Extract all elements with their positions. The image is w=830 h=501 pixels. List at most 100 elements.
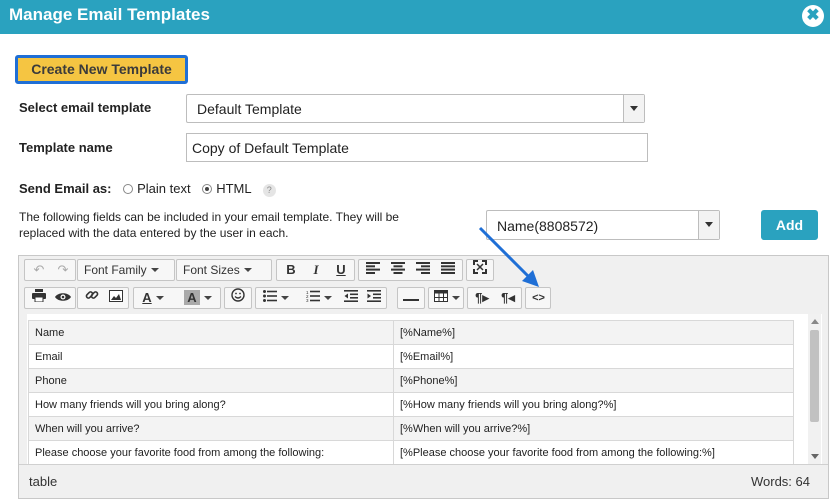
create-new-template-button[interactable]: Create New Template (15, 55, 188, 84)
chevron-down-icon[interactable] (623, 95, 644, 122)
radio-plain-text[interactable] (123, 184, 134, 194)
bullet-list-button[interactable] (258, 288, 294, 308)
caret-down-icon (203, 296, 212, 300)
field-name-cell[interactable]: Name (28, 320, 394, 345)
indent-icon[interactable] (363, 288, 385, 308)
template-select[interactable]: Default Template (186, 94, 645, 123)
field-name-cell[interactable]: When will you arrive? (28, 416, 394, 441)
editor-content[interactable]: Name [%Name%] Email [%Email%] Phone [%Phone%]… (27, 314, 822, 464)
link-icon[interactable] (80, 288, 104, 308)
help-icon[interactable]: ? (262, 184, 276, 197)
bold-button[interactable]: B (279, 260, 303, 280)
fullscreen-icon[interactable] (468, 260, 492, 280)
field-token-cell[interactable]: [%How many friends will you bring along?… (393, 392, 794, 417)
align-left-icon[interactable] (361, 260, 385, 280)
add-button[interactable]: Add (761, 210, 818, 240)
field-name-cell[interactable]: How many friends will you bring along? (28, 392, 394, 417)
scroll-thumb[interactable] (810, 330, 819, 422)
color-group: A A (133, 287, 221, 309)
caret-down-icon (155, 296, 164, 300)
undo-icon[interactable]: ↶ (27, 260, 51, 280)
table-row: Name [%Name%] (28, 320, 794, 345)
list-indent-group: 123 (255, 287, 387, 309)
html-label: HTML (216, 181, 252, 196)
select-template-label: Select email template (19, 100, 152, 115)
field-select[interactable]: Name(8808572) (486, 210, 720, 240)
align-right-icon[interactable] (411, 260, 435, 280)
caret-down-icon (281, 296, 289, 300)
text-color-icon: A (142, 290, 152, 305)
svg-text:3: 3 (306, 298, 309, 302)
field-name-cell[interactable]: Email (28, 344, 394, 369)
field-token-cell[interactable]: [%Name%] (393, 320, 794, 345)
table-row: How many friends will you bring along? [%… (28, 392, 794, 417)
send-as-row: Send Email as: Plain text HTML ? (19, 181, 276, 197)
caret-down-icon (150, 268, 159, 272)
print-icon[interactable] (27, 288, 51, 308)
align-justify-icon[interactable] (436, 260, 460, 280)
ltr-icon[interactable]: ¶▸ (469, 288, 495, 308)
direction-group: ¶▸ ¶◂ (467, 287, 522, 309)
field-token-cell[interactable]: [%When will you arrive?%] (393, 416, 794, 441)
scroll-down-icon[interactable] (811, 454, 819, 459)
bg-color-button[interactable]: A (178, 288, 218, 308)
close-button[interactable]: ✖ (802, 5, 824, 27)
editor-statusbar: table Words: 64 (19, 464, 828, 498)
insert-media-group (77, 287, 129, 309)
html-option[interactable]: HTML (202, 181, 251, 196)
bg-color-icon: A (184, 290, 200, 305)
field-token-cell[interactable]: [%Email%] (393, 344, 794, 369)
fields-info-text: The following fields can be included in … (19, 210, 399, 240)
template-name-input[interactable]: Copy of Default Template (186, 133, 648, 162)
table-group (428, 287, 464, 309)
rich-text-editor: ↶ ↷ Font Family Font Sizes B I U A A 1 2… (18, 255, 829, 499)
field-name-cell[interactable]: Phone (28, 368, 394, 393)
editor-scrollbar[interactable] (808, 314, 821, 464)
word-count: Words: 64 (750, 474, 810, 489)
font-family-label: Font Family (78, 260, 159, 280)
font-sizes-dropdown[interactable]: Font Sizes (176, 259, 272, 281)
field-token-cell[interactable]: [%Phone%] (393, 368, 794, 393)
preview-eye-icon[interactable] (51, 288, 75, 308)
title-bar: Manage Email Templates ✖ (0, 0, 830, 34)
radio-html[interactable] (202, 184, 213, 194)
numbered-list-button[interactable]: 123 (300, 288, 338, 308)
field-select-value: Name(8808572) (497, 218, 599, 234)
plain-text-option[interactable]: Plain text (123, 181, 191, 196)
table-row: Please choose your favorite food from am… (28, 440, 794, 464)
caret-down-icon (324, 296, 332, 300)
history-group: ↶ ↷ (24, 259, 76, 281)
rtl-icon[interactable]: ¶◂ (495, 288, 521, 308)
fullscreen-group (466, 259, 494, 281)
horizontal-rule-icon[interactable] (399, 288, 423, 308)
source-code-icon[interactable]: <> (527, 288, 550, 308)
element-path: table (29, 474, 58, 489)
smiley-icon[interactable] (226, 288, 250, 308)
outdent-icon[interactable] (340, 288, 362, 308)
template-select-value: Default Template (197, 101, 302, 117)
image-icon[interactable] (104, 288, 128, 308)
table-row: When will you arrive? [%When will you arr… (28, 416, 794, 441)
table-row: Email [%Email%] (28, 344, 794, 369)
align-center-icon[interactable] (386, 260, 410, 280)
field-token-cell[interactable]: [%Please choose your favorite food from … (393, 440, 794, 464)
text-style-group: B I U (276, 259, 355, 281)
font-sizes-label: Font Sizes (177, 260, 252, 280)
field-name-cell[interactable]: Please choose your favorite food from am… (28, 440, 394, 464)
redo-icon[interactable]: ↷ (51, 260, 75, 280)
align-group (358, 259, 463, 281)
horizontal-rule-group (397, 287, 425, 309)
font-family-dropdown[interactable]: Font Family (77, 259, 175, 281)
italic-button[interactable]: I (304, 260, 328, 280)
chevron-down-icon[interactable] (698, 211, 719, 239)
window-title: Manage Email Templates (9, 5, 210, 24)
text-color-button[interactable]: A (136, 288, 170, 308)
underline-button[interactable]: U (329, 260, 353, 280)
caret-down-icon (452, 296, 460, 300)
caret-down-icon (243, 268, 252, 272)
table-button[interactable] (430, 288, 464, 308)
print-preview-group (24, 287, 76, 309)
scroll-up-icon[interactable] (811, 319, 819, 324)
table-row: Phone [%Phone%] (28, 368, 794, 393)
fields-table: Name [%Name%] Email [%Email%] Phone [%Phone%]… (28, 320, 794, 464)
